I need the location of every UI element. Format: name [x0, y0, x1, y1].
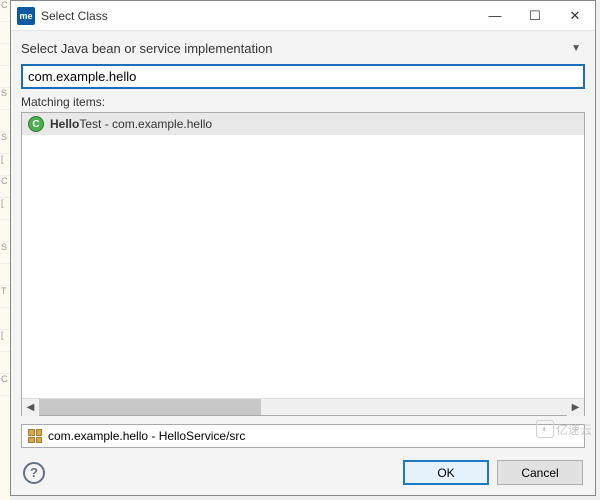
scroll-track[interactable] [39, 399, 567, 415]
horizontal-scrollbar[interactable]: ◀ ▶ [22, 398, 584, 415]
app-icon: me [17, 7, 35, 25]
title-bar[interactable]: me Select Class — ☐ ✕ [11, 1, 595, 31]
search-input[interactable] [21, 64, 585, 89]
dialog-content: Select Java bean or service implementati… [11, 31, 595, 495]
selection-path: com.example.hello - HelloService/src [21, 424, 585, 448]
help-button[interactable]: ? [23, 462, 45, 484]
ok-button[interactable]: OK [403, 460, 489, 485]
list-item-label: HelloTest - com.example.hello [50, 117, 212, 131]
class-icon: C [28, 116, 44, 132]
package-icon [28, 429, 42, 443]
window-title: Select Class [41, 9, 475, 23]
options-dropdown-icon[interactable]: ▼ [567, 41, 585, 56]
list-item[interactable]: C HelloTest - com.example.hello [22, 113, 584, 135]
close-button[interactable]: ✕ [555, 1, 595, 30]
cancel-button[interactable]: Cancel [497, 460, 583, 485]
minimize-button[interactable]: — [475, 1, 515, 30]
scroll-left-icon[interactable]: ◀ [22, 399, 39, 416]
results-list[interactable]: C HelloTest - com.example.hello ◀ ▶ [21, 112, 585, 416]
scroll-thumb[interactable] [39, 399, 261, 415]
scroll-right-icon[interactable]: ▶ [567, 399, 584, 416]
maximize-button[interactable]: ☐ [515, 1, 555, 30]
selection-path-text: com.example.hello - HelloService/src [48, 429, 245, 443]
prompt-label: Select Java bean or service implementati… [21, 41, 567, 56]
matching-items-label: Matching items: [21, 95, 585, 109]
dialog-window: me Select Class — ☐ ✕ Select Java bean o… [10, 0, 596, 496]
